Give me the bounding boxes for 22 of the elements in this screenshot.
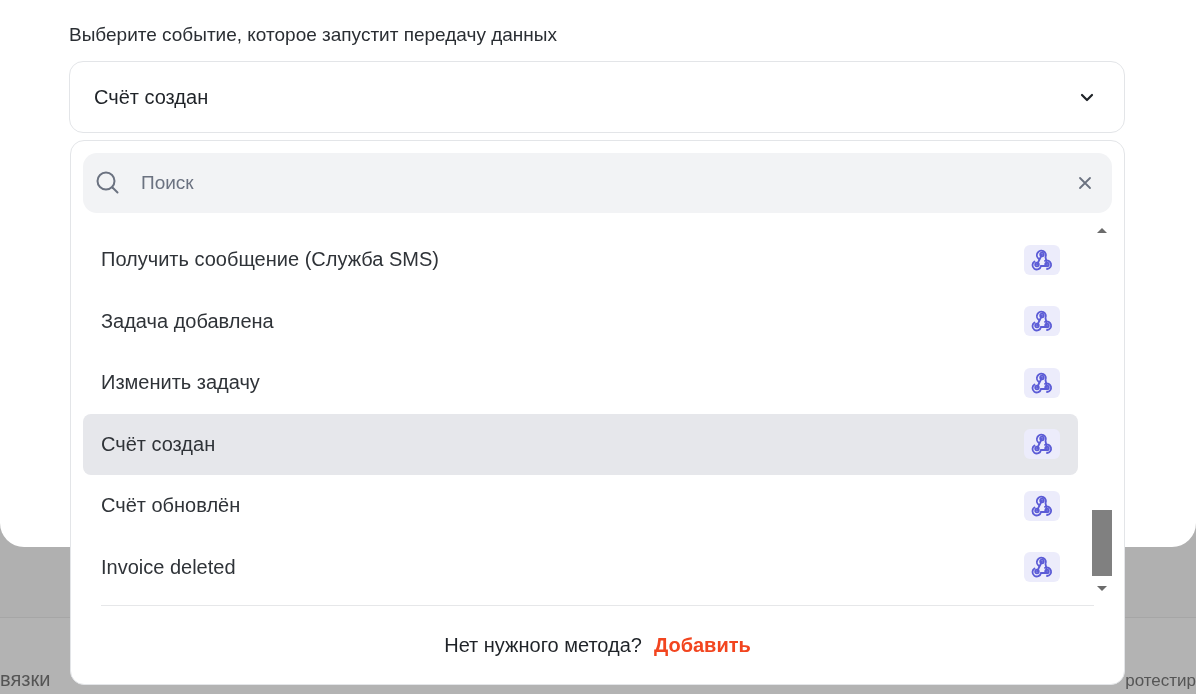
option-item[interactable]: Задача добавлена (83, 290, 1078, 352)
footer-text: вязки (0, 668, 51, 691)
webhook-icon (1024, 429, 1060, 460)
webhook-icon (1024, 306, 1060, 337)
footer-text: ротестир (1125, 671, 1196, 691)
option-item[interactable]: Invoice deleted (83, 536, 1078, 598)
search-icon (95, 170, 121, 196)
webhook-icon (1024, 367, 1060, 398)
option-item[interactable]: Получить сообщение (Служба SMS) (83, 229, 1078, 291)
footer-question: Нет нужного метода? (444, 633, 642, 657)
option-item[interactable]: Изменить задачу (83, 352, 1078, 414)
chevron-down-icon (1080, 92, 1094, 102)
webhook-icon (1024, 490, 1060, 521)
option-item[interactable]: Счёт создан (83, 413, 1078, 475)
close-icon[interactable] (1078, 176, 1092, 190)
search-field[interactable]: Поиск (83, 153, 1112, 213)
webhook-icon (1024, 244, 1060, 275)
event-select[interactable]: Счёт создан (69, 61, 1125, 133)
webhook-icon (1024, 552, 1060, 583)
add-link[interactable]: Добавить (653, 633, 751, 657)
option-item[interactable]: Счёт обновлён (83, 475, 1078, 537)
field-label: Выберите событие, которое запустит передачу данных (69, 23, 558, 47)
